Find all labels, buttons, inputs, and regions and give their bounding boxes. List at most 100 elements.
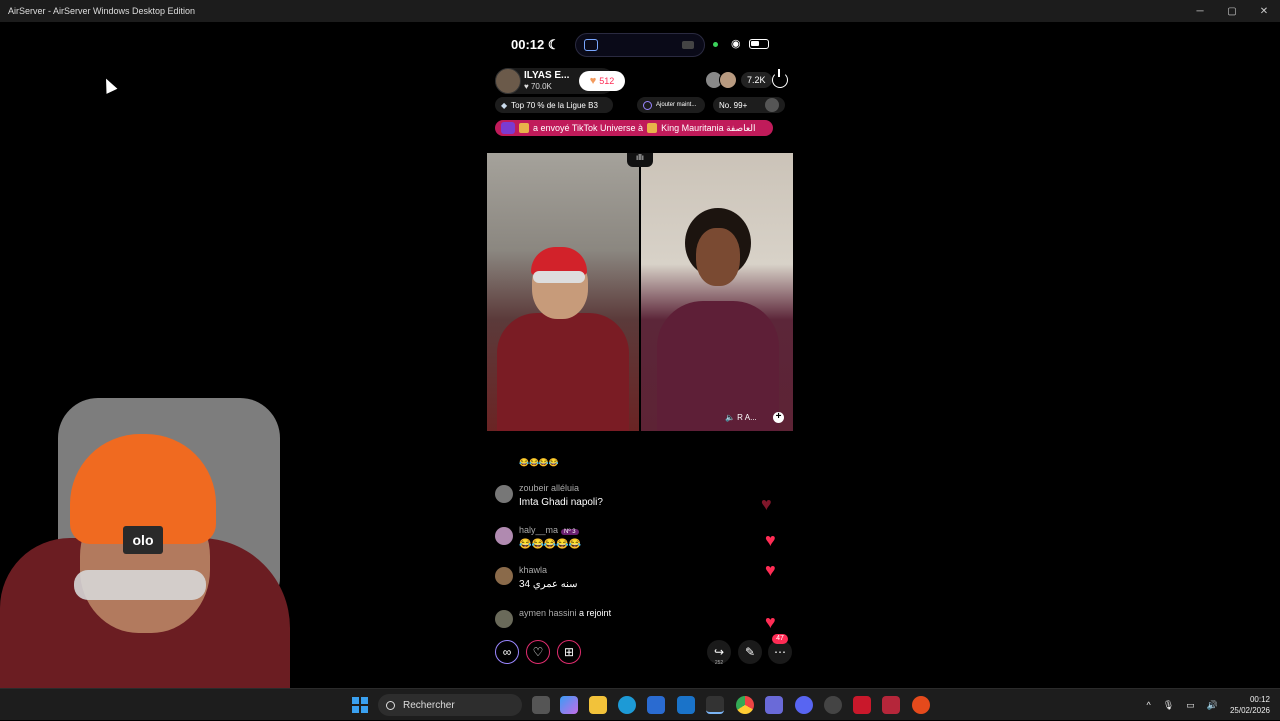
- heart-icon: ♥: [761, 494, 772, 514]
- gift-target: King Mauritania العاصفة: [661, 122, 756, 133]
- sunglasses: [74, 570, 206, 600]
- comment-user[interactable]: khawla: [519, 565, 547, 575]
- task-view-icon[interactable]: [532, 696, 550, 714]
- ea-icon[interactable]: [912, 696, 930, 714]
- apps-icon[interactable]: ⊞: [557, 640, 581, 664]
- battery-icon: [749, 39, 769, 49]
- search-placeholder: Rechercher: [403, 699, 455, 711]
- voicemeeter-icon[interactable]: [882, 696, 900, 714]
- spinner-icon: [643, 100, 652, 110]
- add-guest-icon[interactable]: +: [773, 412, 784, 423]
- game-controller-icon[interactable]: [765, 696, 783, 714]
- heart-icon: ♥: [589, 75, 597, 87]
- search-icon: [386, 700, 395, 710]
- close-button[interactable]: ✕: [1248, 0, 1280, 22]
- openai-icon[interactable]: [824, 696, 842, 714]
- notification-badge: 47: [772, 634, 788, 644]
- heart-icon: ♥: [765, 530, 776, 550]
- action-bar: ∞ ♡ ⊞ ↪ 252 ✎ ⋯ 47: [495, 634, 795, 666]
- badge-icon: [519, 123, 529, 133]
- avatar[interactable]: [495, 567, 513, 585]
- streamer-name: ILYAS E...: [524, 70, 570, 81]
- guest-video[interactable]: [641, 153, 793, 431]
- airserver-icon[interactable]: [706, 696, 724, 714]
- host-body: [497, 313, 629, 431]
- windows-start-icon[interactable]: [352, 697, 368, 713]
- chrome-icon[interactable]: [736, 696, 754, 714]
- video-divider: [639, 153, 641, 431]
- store-icon[interactable]: [647, 696, 665, 714]
- airplay-icon: [682, 41, 694, 49]
- magic-wand-icon[interactable]: ✎: [738, 640, 762, 664]
- guest-body: [657, 301, 779, 431]
- badge-icon: [647, 123, 658, 133]
- discord-icon[interactable]: [795, 696, 813, 714]
- window-title: AirServer - AirServer Windows Desktop Ed…: [8, 6, 196, 16]
- network-icon[interactable]: ▭: [1186, 700, 1195, 711]
- taskbar-search[interactable]: Rechercher: [378, 694, 522, 716]
- windows-taskbar: Rechercher ^ 🎙 ▭ 🔊 00:12 25/02/2026: [0, 688, 1280, 720]
- rank-avatar: [765, 98, 779, 112]
- league-pill[interactable]: ◆ Top 70 % de la Ligue B3: [495, 97, 613, 113]
- share-count: 252: [714, 660, 724, 666]
- dynamic-island: [575, 33, 705, 57]
- avatar[interactable]: [495, 485, 513, 503]
- streamer-likes: ♥ 70.0K: [524, 82, 552, 91]
- comment-user[interactable]: aymen hassini a rejoint: [519, 608, 611, 618]
- audio-bars-icon: ıllı: [627, 153, 653, 167]
- taskbar-clock[interactable]: 00:12 25/02/2026: [1230, 694, 1270, 716]
- viewer-avatar: [719, 71, 737, 89]
- comment-user[interactable]: zoubeir alléluia: [519, 483, 579, 493]
- phone-status-bar: 00:12 ☾ ◉: [487, 30, 793, 58]
- avatar[interactable]: [495, 527, 513, 545]
- share-icon[interactable]: ↪ 252: [707, 640, 731, 666]
- webcam-overlay: olo: [0, 398, 290, 688]
- phone-mirror: 00:12 ☾ ◉ ILYAS E... ♥ 70.0K ♥ 512 7.2K …: [487, 30, 793, 680]
- rank-text: No. 99+: [719, 100, 748, 110]
- system-tray: ^ 🎙 ▭ 🔊 00:12 25/02/2026: [1147, 689, 1270, 721]
- minimize-button[interactable]: ─: [1184, 0, 1216, 22]
- gift-icon: [501, 122, 515, 134]
- edge-icon[interactable]: [618, 696, 636, 714]
- host-video[interactable]: [487, 153, 639, 431]
- streamer-avatar[interactable]: [495, 68, 521, 94]
- mouse-cursor-icon: [100, 76, 118, 94]
- beanie-logo: olo: [123, 526, 163, 554]
- follow-button[interactable]: ♥ 512: [579, 71, 625, 91]
- comment-text: 😂😂😂😂😂: [519, 539, 582, 550]
- window-controls: ─ ▢ ✕: [1184, 0, 1280, 22]
- diamond-icon: ◆: [501, 100, 508, 110]
- power-icon[interactable]: [772, 69, 788, 88]
- heart-icon: ♥: [765, 560, 776, 580]
- rank-badge: Nº 3: [561, 529, 579, 535]
- viewers-group[interactable]: 7.2K: [705, 71, 772, 89]
- guest-head: [696, 228, 740, 286]
- emoji-row: 😂😂😂😂: [519, 458, 559, 467]
- streamer-header[interactable]: ILYAS E... ♥ 70.0K ♥ 512: [495, 68, 625, 94]
- heart-icon: ♥: [765, 612, 776, 632]
- match-icon[interactable]: ♡: [526, 640, 550, 664]
- multi-guest-icon[interactable]: ∞: [495, 640, 519, 664]
- file-explorer-icon[interactable]: [589, 696, 607, 714]
- comment-user[interactable]: haly__ma Nº 3: [519, 525, 579, 535]
- add-pill[interactable]: Ajouter maint...: [637, 97, 705, 113]
- live-video-split[interactable]: ıllı 🔈 R A... +: [487, 153, 793, 431]
- avatar[interactable]: [495, 610, 513, 628]
- screen-mirror-icon: [584, 39, 598, 51]
- gift-text: a envoyé TikTok Universe à: [533, 123, 644, 133]
- tray-chevron-icon[interactable]: ^: [1147, 700, 1151, 710]
- phone-time: 00:12 ☾: [511, 37, 560, 52]
- copilot-icon[interactable]: [560, 696, 578, 714]
- microphone-icon[interactable]: 🎙: [1163, 700, 1174, 711]
- volume-icon[interactable]: 🔊: [1207, 700, 1218, 711]
- adobe-icon[interactable]: [853, 696, 871, 714]
- gift-banner: a envoyé TikTok Universe à King Mauritan…: [495, 120, 773, 136]
- comment-text: Imta Ghadi napoli?: [519, 497, 603, 508]
- follow-count: 512: [599, 76, 615, 86]
- viewer-count: 7.2K: [741, 72, 772, 88]
- outlook-icon[interactable]: [677, 696, 695, 714]
- camera-indicator-icon: [713, 42, 718, 47]
- maximize-button[interactable]: ▢: [1216, 0, 1248, 22]
- rank-pill[interactable]: No. 99+: [713, 97, 785, 113]
- clock-date: 25/02/2026: [1229, 706, 1270, 715]
